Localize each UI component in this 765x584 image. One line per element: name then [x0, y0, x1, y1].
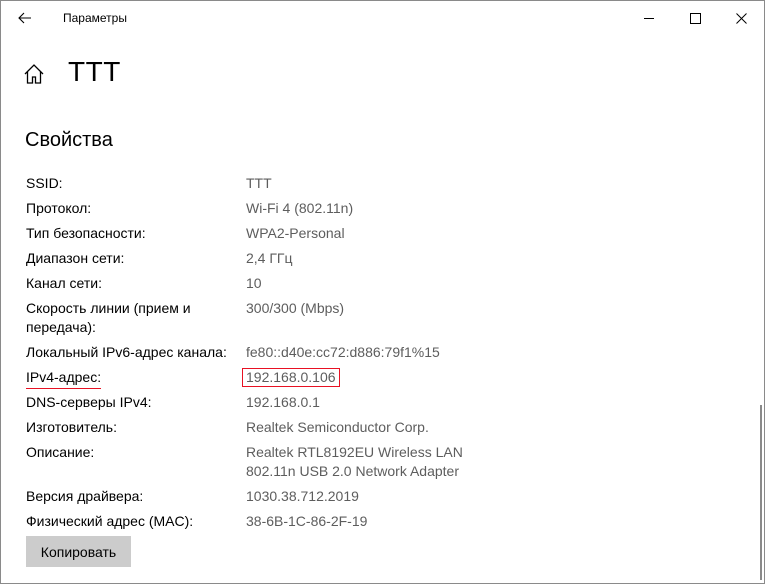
property-row-ipv4: IPv4-адрес: 192.168.0.106 — [26, 368, 726, 393]
property-value[interactable]: Realtek Semiconductor Corp. — [246, 418, 429, 437]
property-row-protocol: Протокол: Wi-Fi 4 (802.11n) — [26, 199, 726, 224]
property-label: Изготовитель: — [26, 419, 117, 435]
maximize-button[interactable] — [672, 1, 718, 35]
title-bar: Параметры — [1, 1, 764, 35]
property-row-channel: Канал сети: 10 — [26, 274, 726, 299]
property-row-ssid: SSID: TTT — [26, 174, 726, 199]
ipv4-label-underlined: IPv4-адрес: — [26, 368, 102, 389]
property-row-mac: Физический адрес (MAC): 38-6B-1C-86-2F-1… — [26, 512, 726, 537]
property-label: Протокол: — [26, 200, 92, 216]
page-title: TTT — [68, 56, 121, 87]
home-icon — [24, 64, 44, 84]
property-value[interactable]: 300/300 (Mbps) — [246, 299, 344, 318]
property-value[interactable]: WPA2-Personal — [246, 224, 345, 243]
property-label: Диапазон сети: — [26, 250, 125, 266]
property-label: Тип безопасности: — [26, 225, 146, 241]
property-row-security: Тип безопасности: WPA2-Personal — [26, 224, 726, 249]
minimize-button[interactable] — [626, 1, 672, 35]
property-label: SSID: — [26, 175, 63, 191]
window-title: Параметры — [63, 11, 127, 25]
property-row-ipv6: Локальный IPv6-адрес канала: fe80::d40e:… — [26, 343, 726, 368]
property-label: Физический адрес (MAC): — [26, 513, 194, 529]
section-title: Свойства — [25, 129, 113, 151]
copy-button[interactable]: Копировать — [26, 536, 131, 567]
close-icon — [735, 12, 747, 24]
property-row-band: Диапазон сети: 2,4 ГГц — [26, 249, 726, 274]
property-row-dns: DNS-серверы IPv4: 192.168.0.1 — [26, 393, 726, 418]
scrollbar[interactable] — [760, 405, 762, 580]
property-value[interactable]: fe80::d40e:cc72:d886:79f1%15 — [246, 343, 440, 362]
property-row-link-speed: Скорость линии (прием и передача): 300/3… — [26, 299, 726, 343]
property-row-description: Описание: Realtek RTL8192EU Wireless LAN… — [26, 443, 726, 487]
property-label: DNS-серверы IPv4: — [26, 394, 152, 410]
property-value[interactable]: 2,4 ГГц — [246, 249, 293, 268]
properties-list: SSID: TTT Протокол: Wi-Fi 4 (802.11n) Ти… — [26, 174, 726, 537]
property-value[interactable]: Wi-Fi 4 (802.11n) — [246, 199, 353, 218]
property-label: Локальный IPv6-адрес канала: — [26, 344, 227, 360]
back-arrow-icon — [18, 12, 31, 24]
property-label: Версия драйвера: — [26, 488, 144, 504]
home-button[interactable] — [23, 63, 47, 87]
property-value[interactable]: 38-6B-1C-86-2F-19 — [246, 512, 367, 531]
property-label: Канал сети: — [26, 275, 102, 291]
settings-window: Параметры TTT Свойства SSID: TTT Протоко… — [0, 0, 765, 584]
property-label: Скорость линии (прием и передача): — [26, 300, 191, 335]
property-label: Описание: — [26, 444, 95, 460]
property-row-driver: Версия драйвера: 1030.38.712.2019 — [26, 487, 726, 512]
property-value[interactable]: 192.168.0.106 — [242, 368, 340, 387]
ipv4-value-boxed[interactable]: 192.168.0.106 — [242, 368, 340, 387]
property-value[interactable]: 192.168.0.1 — [246, 393, 320, 412]
property-value[interactable]: 1030.38.712.2019 — [246, 487, 359, 506]
close-button[interactable] — [718, 1, 764, 35]
property-label: IPv4-адрес: — [26, 368, 231, 389]
property-row-manufacturer: Изготовитель: Realtek Semiconductor Corp… — [26, 418, 726, 443]
property-value[interactable]: Realtek RTL8192EU Wireless LAN 802.11n U… — [246, 443, 471, 481]
back-button[interactable] — [1, 1, 49, 35]
maximize-icon — [689, 12, 701, 24]
minimize-icon — [643, 17, 654, 19]
property-value[interactable]: 10 — [246, 274, 262, 293]
property-value[interactable]: TTT — [246, 174, 272, 193]
